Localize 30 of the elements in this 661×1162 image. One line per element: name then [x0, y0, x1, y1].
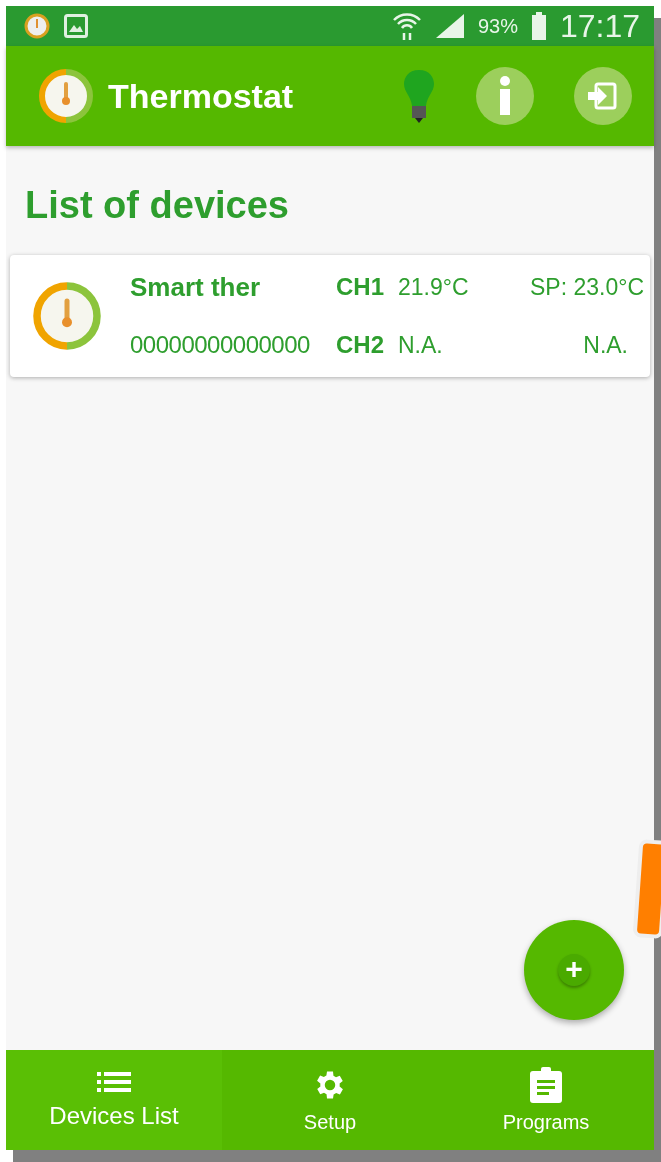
- exit-icon[interactable]: [574, 67, 632, 125]
- image-icon: [64, 14, 88, 38]
- thermometer-logo-icon: [24, 13, 50, 39]
- channel-setpoint: SP: 23.0°C: [529, 273, 644, 301]
- nav-tab[interactable]: Setup: [222, 1050, 438, 1150]
- channel-label: CH2: [336, 331, 385, 359]
- battery-percentage: 93%: [477, 14, 518, 38]
- device-card[interactable]: Smart ther CH1 21.9°C SP: 23.0°C 00000000000000 CH2 N.A. N.A.: [10, 255, 650, 377]
- battery-icon: [531, 12, 546, 40]
- clipboard-icon: [530, 1066, 562, 1103]
- add-button[interactable]: +: [524, 920, 624, 1020]
- channel-temperature: N.A.: [398, 331, 444, 359]
- wifi-icon: [391, 11, 422, 41]
- floating-widget[interactable]: [632, 839, 661, 939]
- nav-tab[interactable]: Programs: [438, 1050, 654, 1150]
- info-icon[interactable]: [476, 67, 534, 125]
- light-bulb-icon[interactable]: [402, 68, 436, 124]
- nav-tab[interactable]: Devices List: [6, 1050, 222, 1150]
- list-icon: [97, 1070, 131, 1094]
- clock-time: 17:17: [559, 7, 640, 45]
- signal-icon: [435, 14, 464, 38]
- page-heading: List of devices: [25, 184, 290, 227]
- device-name: Smart ther: [130, 271, 262, 303]
- channel-setpoint: N.A.: [582, 331, 629, 359]
- app-title: Thermostat: [108, 76, 294, 116]
- channel-temperature: 21.9°C: [398, 273, 470, 301]
- device-serial: 00000000000000: [130, 331, 311, 359]
- thermometer-logo-icon: [38, 68, 94, 124]
- channel-label: CH1: [336, 273, 385, 301]
- thermometer-logo-icon: [32, 281, 102, 351]
